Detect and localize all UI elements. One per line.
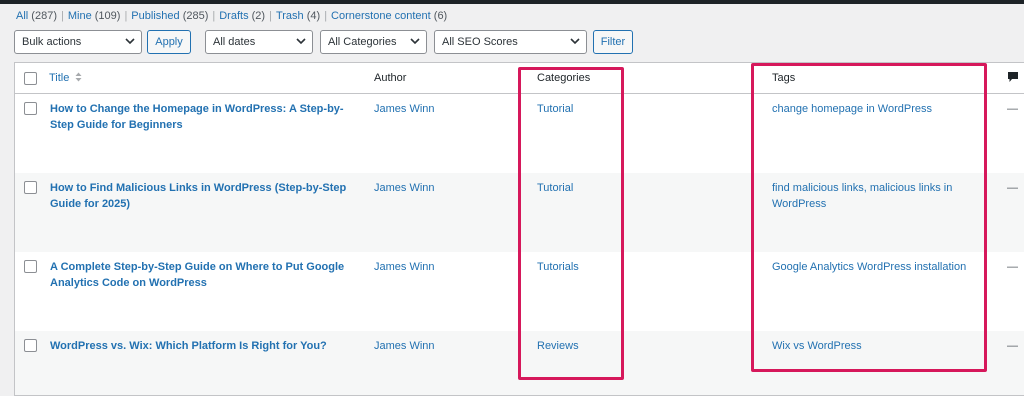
- filter-button[interactable]: Filter: [593, 30, 633, 54]
- row-checkbox[interactable]: [24, 339, 37, 352]
- category-filter-value: All Categories: [328, 36, 397, 48]
- seo-score-filter-select[interactable]: All SEO Scores: [434, 30, 587, 54]
- date-filter-value: All dates: [213, 36, 256, 48]
- comments-count: —: [1007, 182, 1018, 194]
- sort-icon: [75, 72, 82, 82]
- row-checkbox[interactable]: [24, 102, 37, 115]
- post-title-link[interactable]: WordPress vs. Wix: Which Platform Is Rig…: [50, 338, 355, 354]
- comments-count: —: [1007, 261, 1018, 273]
- view-drafts-link[interactable]: Drafts (2): [219, 10, 265, 22]
- chevron-down-icon: [296, 38, 306, 45]
- author-link[interactable]: James Winn: [374, 259, 435, 275]
- category-filter-select[interactable]: All Categories: [320, 30, 427, 54]
- tags-highlight-box: [751, 63, 987, 372]
- row-checkbox[interactable]: [24, 181, 37, 194]
- post-title-link[interactable]: A Complete Step-by-Step Guide on Where t…: [50, 259, 355, 291]
- comments-count: —: [1007, 103, 1018, 115]
- chevron-down-icon: [125, 38, 135, 45]
- post-title-link[interactable]: How to Find Malicious Links in WordPress…: [50, 180, 355, 212]
- categories-highlight-box: [518, 67, 624, 380]
- select-all-checkbox[interactable]: [24, 72, 37, 85]
- post-title-link[interactable]: How to Change the Homepage in WordPress:…: [50, 101, 355, 133]
- author-link[interactable]: James Winn: [374, 180, 435, 196]
- view-all-link[interactable]: All (287): [16, 10, 57, 22]
- view-mine-link[interactable]: Mine (109): [68, 10, 121, 22]
- date-filter-select[interactable]: All dates: [205, 30, 313, 54]
- bulk-actions-value: Bulk actions: [22, 36, 82, 48]
- title-sort-link[interactable]: Title: [49, 72, 69, 84]
- apply-button[interactable]: Apply: [147, 30, 191, 54]
- view-trash-link[interactable]: Trash (4): [276, 10, 320, 22]
- author-link[interactable]: James Winn: [374, 338, 435, 354]
- comment-bubble-icon[interactable]: [1007, 71, 1019, 83]
- bulk-actions-select[interactable]: Bulk actions: [14, 30, 142, 54]
- seo-score-filter-value: All SEO Scores: [442, 36, 518, 48]
- tablenav-filters: Bulk actions Apply All dates All Categor…: [0, 30, 1024, 56]
- column-author-header: Author: [374, 72, 407, 84]
- author-link[interactable]: James Winn: [374, 101, 435, 117]
- view-published-link[interactable]: Published (285): [131, 10, 208, 22]
- chevron-down-icon: [570, 38, 580, 45]
- row-checkbox[interactable]: [24, 260, 37, 273]
- column-title-header[interactable]: Title: [49, 72, 82, 84]
- post-status-views: All (287) | Mine (109) | Published (285) | Dra…: [16, 10, 448, 22]
- comments-count: —: [1007, 340, 1018, 352]
- view-cornerstone-link[interactable]: Cornerstone content (6): [331, 10, 447, 22]
- chevron-down-icon: [410, 38, 420, 45]
- admin-top-edge: [0, 0, 1024, 4]
